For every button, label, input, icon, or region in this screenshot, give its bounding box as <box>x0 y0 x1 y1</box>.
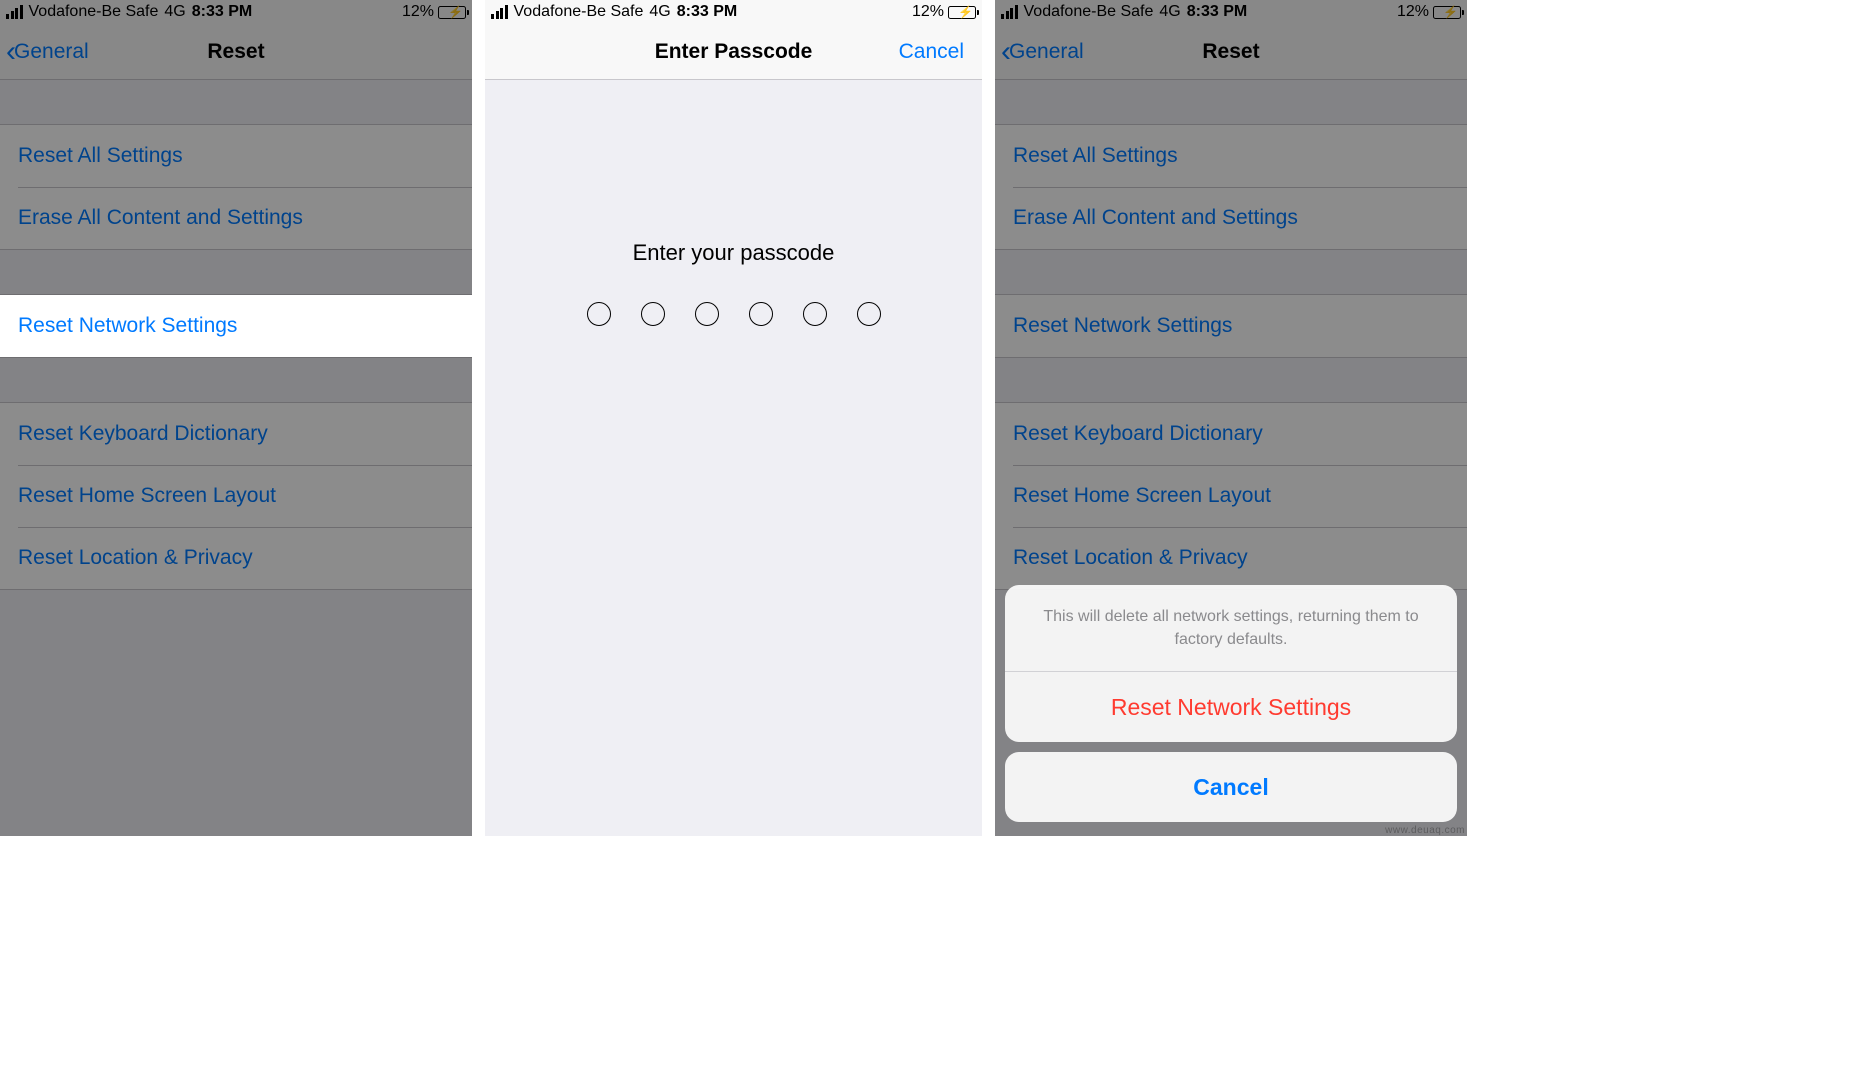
time-label: 8:33 PM <box>192 3 252 21</box>
battery-icon: ⚡ <box>948 6 976 19</box>
carrier-label: Vodafone-Be Safe <box>1024 3 1154 21</box>
status-bar: Vodafone-Be Safe 4G 8:33 PM 12% ⚡ <box>995 0 1467 24</box>
reset-group-2: Reset Network Settings <box>0 294 472 358</box>
passcode-dot <box>857 302 881 326</box>
battery-icon: ⚡ <box>1433 6 1461 19</box>
passcode-dots[interactable] <box>485 302 982 326</box>
erase-all-content[interactable]: Erase All Content and Settings <box>995 187 1467 249</box>
reset-home-screen-layout[interactable]: Reset Home Screen Layout <box>995 465 1467 527</box>
back-button[interactable]: ‹ General <box>1001 37 1084 67</box>
passcode-dot <box>641 302 665 326</box>
passcode-dot <box>695 302 719 326</box>
reset-keyboard-dictionary[interactable]: Reset Keyboard Dictionary <box>0 403 472 465</box>
confirm-reset-network-button[interactable]: Reset Network Settings <box>1005 672 1457 742</box>
reset-group-3: Reset Keyboard Dictionary Reset Home Scr… <box>995 402 1467 590</box>
reset-network-settings[interactable]: Reset Network Settings <box>995 295 1467 357</box>
back-label: General <box>1009 40 1084 64</box>
passcode-body: Enter your passcode <box>485 80 982 836</box>
signal-icon <box>491 5 508 19</box>
passcode-dot <box>587 302 611 326</box>
network-label: 4G <box>649 3 670 21</box>
nav-bar: Enter Passcode Cancel <box>485 24 982 80</box>
screenshot-reset-list: Vodafone-Be Safe 4G 8:33 PM 12% ⚡ ‹ Gene… <box>0 0 472 836</box>
passcode-prompt: Enter your passcode <box>485 240 982 266</box>
battery-pct: 12% <box>1397 3 1429 21</box>
back-label: General <box>14 40 89 64</box>
time-label: 8:33 PM <box>1187 3 1247 21</box>
network-label: 4G <box>164 3 185 21</box>
battery-pct: 12% <box>402 3 434 21</box>
screenshot-confirm-sheet: Vodafone-Be Safe 4G 8:33 PM 12% ⚡ ‹ Gene… <box>995 0 1467 836</box>
sheet-message: This will delete all network settings, r… <box>1005 585 1457 672</box>
cancel-button[interactable]: Cancel <box>899 40 964 64</box>
carrier-label: Vodafone-Be Safe <box>29 3 159 21</box>
sheet-cancel-button[interactable]: Cancel <box>1005 752 1457 822</box>
signal-icon <box>1001 5 1018 19</box>
reset-all-settings[interactable]: Reset All Settings <box>995 125 1467 187</box>
reset-group-1: Reset All Settings Erase All Content and… <box>995 124 1467 250</box>
network-label: 4G <box>1159 3 1180 21</box>
reset-home-screen-layout[interactable]: Reset Home Screen Layout <box>0 465 472 527</box>
reset-location-privacy[interactable]: Reset Location & Privacy <box>995 527 1467 589</box>
reset-keyboard-dictionary[interactable]: Reset Keyboard Dictionary <box>995 403 1467 465</box>
reset-group-2: Reset Network Settings <box>995 294 1467 358</box>
passcode-dot <box>803 302 827 326</box>
reset-group-3: Reset Keyboard Dictionary Reset Home Scr… <box>0 402 472 590</box>
nav-bar: ‹ General Reset <box>995 24 1467 80</box>
signal-icon <box>6 5 23 19</box>
time-label: 8:33 PM <box>677 3 737 21</box>
action-sheet: This will delete all network settings, r… <box>1005 585 1457 832</box>
reset-group-1: Reset All Settings Erase All Content and… <box>0 124 472 250</box>
status-bar: Vodafone-Be Safe 4G 8:33 PM 12% ⚡ <box>0 0 472 24</box>
passcode-dot <box>749 302 773 326</box>
reset-network-settings[interactable]: Reset Network Settings <box>0 295 472 357</box>
status-bar: Vodafone-Be Safe 4G 8:33 PM 12% ⚡ <box>485 0 982 24</box>
watermark: www.deuaq.com <box>1385 825 1465 836</box>
carrier-label: Vodafone-Be Safe <box>514 3 644 21</box>
screenshot-enter-passcode: Vodafone-Be Safe 4G 8:33 PM 12% ⚡ Enter … <box>485 0 982 836</box>
nav-bar: ‹ General Reset <box>0 24 472 80</box>
back-button[interactable]: ‹ General <box>6 37 89 67</box>
reset-all-settings[interactable]: Reset All Settings <box>0 125 472 187</box>
battery-pct: 12% <box>912 3 944 21</box>
battery-icon: ⚡ <box>438 6 466 19</box>
reset-location-privacy[interactable]: Reset Location & Privacy <box>0 527 472 589</box>
erase-all-content[interactable]: Erase All Content and Settings <box>0 187 472 249</box>
